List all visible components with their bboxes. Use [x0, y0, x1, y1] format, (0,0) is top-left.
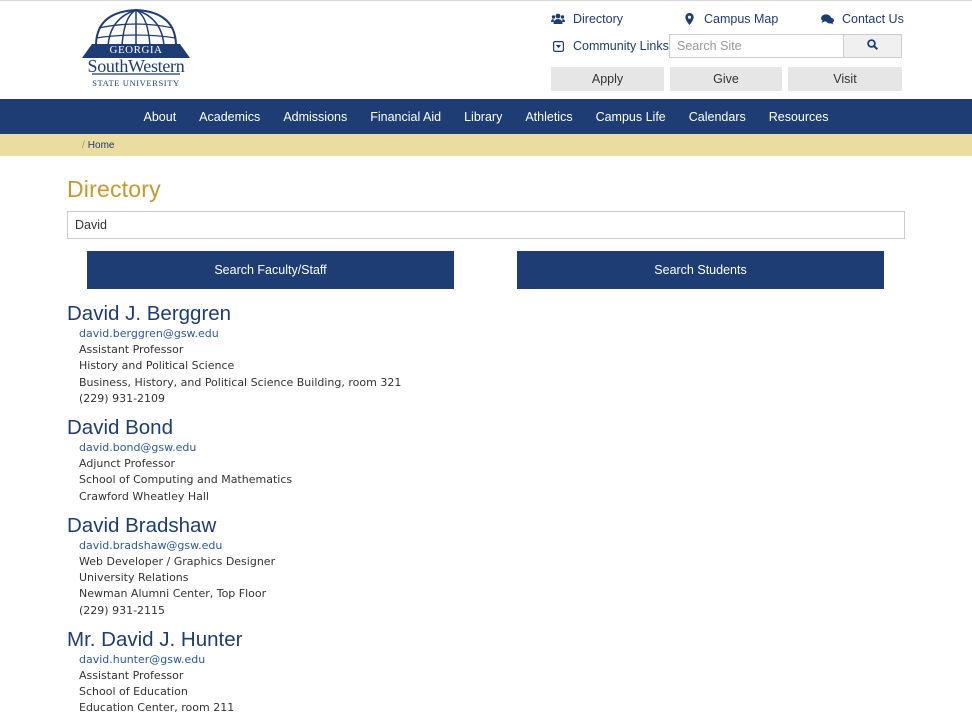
person-department: University Relations [79, 571, 189, 585]
person-phone: (229) 931-2109 [79, 391, 166, 405]
give-button[interactable]: Give [670, 67, 782, 91]
campus-map-link[interactable]: Campus Map [682, 12, 778, 26]
person-name: Mr. David J. Hunter [67, 627, 243, 651]
logo-georgia-text: GEORGIA [109, 44, 163, 56]
contact-us-label: Contact Us [842, 12, 904, 26]
page-title: Directory [67, 176, 161, 202]
nav-financial-aid[interactable]: Financial Aid [359, 110, 453, 124]
search-faculty-staff-button[interactable]: Search Faculty/Staff [87, 251, 454, 289]
community-links-toggle[interactable]: Community Links [551, 39, 669, 53]
nav-about[interactable]: About [132, 110, 188, 124]
breadcrumb-home-link[interactable]: Home [88, 140, 115, 151]
person-department: School of Education [79, 685, 188, 699]
search-icon [867, 37, 879, 55]
list-item: David Bond david.bond@gsw.edu Adjunct Pr… [67, 415, 867, 505]
apply-button[interactable]: Apply [551, 67, 664, 91]
site-search-input[interactable]: Search Site [669, 34, 844, 58]
directory-search-value: David [75, 218, 107, 232]
university-logo[interactable]: GEORGIA SouthWestern STATE UNIVERSITY [80, 8, 192, 90]
person-email-link[interactable]: david.bradshaw@gsw.edu [67, 538, 867, 554]
person-location: Education Center, room 211 [79, 701, 235, 715]
caret-square-down-icon [551, 39, 565, 53]
logo-state-university-text: STATE UNIVERSITY [92, 78, 180, 88]
directory-search-input[interactable]: David [67, 211, 905, 239]
campus-map-label: Campus Map [704, 12, 779, 26]
person-email-link[interactable]: david.hunter@gsw.edu [67, 652, 867, 668]
person-title: Assistant Professor [79, 343, 184, 357]
person-location: Business, History, and Political Science… [79, 375, 402, 389]
person-name: David Bond [67, 416, 173, 440]
users-icon [551, 12, 565, 26]
logo-southwestern-text: SouthWestern [87, 56, 185, 76]
contact-us-link[interactable]: Contact Us [820, 12, 904, 26]
person-department: History and Political Science [79, 359, 235, 373]
person-location: Newman Alumni Center, Top Floor [79, 587, 267, 601]
visit-button[interactable]: Visit [788, 67, 902, 91]
site-search-button[interactable] [843, 34, 902, 58]
person-location: Crawford Wheatley Hall [79, 489, 209, 503]
search-students-button[interactable]: Search Students [517, 251, 884, 289]
person-title: Assistant Professor [79, 669, 184, 683]
person-title: Adjunct Professor [79, 457, 175, 471]
breadcrumb-separator: / [82, 139, 85, 151]
list-item: Mr. David J. Hunter david.hunter@gsw.edu… [67, 627, 867, 717]
comments-icon [820, 12, 834, 26]
nav-resources[interactable]: Resources [757, 110, 840, 124]
nav-admissions[interactable]: Admissions [272, 110, 359, 124]
directory-label: Directory [573, 12, 624, 26]
person-name: David J. Berggren [67, 302, 232, 325]
nav-athletics[interactable]: Athletics [514, 110, 584, 124]
directory-link[interactable]: Directory [551, 12, 623, 26]
breadcrumb: / Home [0, 134, 972, 156]
map-marker-icon [682, 12, 696, 26]
site-search-placeholder: Search Site [677, 39, 742, 53]
nav-academics[interactable]: Academics [188, 110, 272, 124]
community-links-label: Community Links [573, 39, 669, 53]
person-phone: (229) 931-2115 [79, 603, 166, 617]
person-email-link[interactable]: david.bond@gsw.edu [67, 440, 867, 456]
nav-library[interactable]: Library [453, 110, 514, 124]
person-department: School of Computing and Mathematics [79, 473, 293, 487]
directory-results: David J. Berggren david.berggren@gsw.edu… [67, 301, 867, 722]
list-item: David J. Berggren david.berggren@gsw.edu… [67, 301, 867, 407]
nav-campus-life[interactable]: Campus Life [584, 110, 677, 124]
list-item: David Bradshaw david.bradshaw@gsw.edu We… [67, 513, 867, 619]
nav-calendars[interactable]: Calendars [677, 110, 757, 124]
person-name: David Bradshaw [67, 513, 217, 537]
person-email-link[interactable]: david.berggren@gsw.edu [67, 326, 867, 342]
person-title: Web Developer / Graphics Designer [79, 555, 276, 569]
main-navigation: About Academics Admissions Financial Aid… [0, 99, 972, 134]
